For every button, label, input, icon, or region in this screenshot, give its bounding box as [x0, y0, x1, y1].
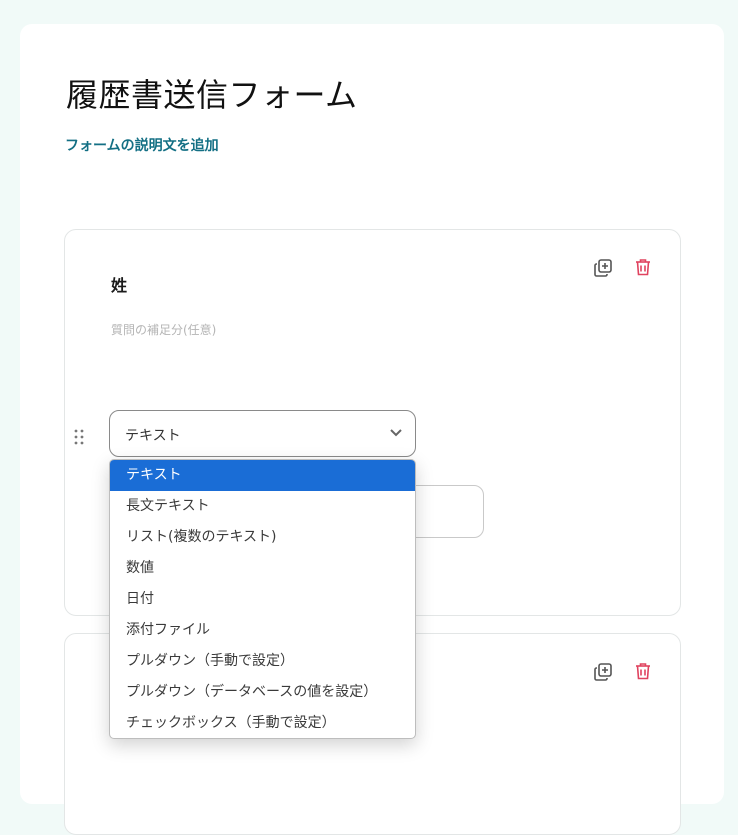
question-title[interactable]: 姓 [111, 272, 127, 296]
dropdown-option-list[interactable]: リスト(複数のテキスト) [110, 522, 415, 553]
field-type-select[interactable]: テキスト [109, 410, 416, 457]
duplicate-icon [594, 259, 612, 277]
duplicate-button[interactable] [592, 661, 614, 683]
drag-handle-icon [74, 429, 84, 445]
trash-icon [636, 259, 650, 276]
duplicate-icon [594, 663, 612, 681]
add-description-link[interactable]: フォームの説明文を追加 [65, 135, 219, 155]
field-type-value: テキスト [125, 428, 181, 444]
dropdown-option-attachment[interactable]: 添付ファイル [110, 615, 415, 646]
chevron-down-icon [390, 429, 402, 437]
dropdown-option-checkbox-manual[interactable]: チェックボックス（手動で設定） [110, 708, 415, 738]
dropdown-option-text[interactable]: テキスト [110, 460, 415, 491]
dropdown-option-long-text[interactable]: 長文テキスト [110, 491, 415, 522]
drag-handle[interactable] [72, 428, 86, 446]
duplicate-button[interactable] [592, 257, 614, 279]
trash-icon [636, 663, 650, 680]
delete-button[interactable] [632, 660, 654, 682]
dropdown-option-pulldown-database[interactable]: プルダウン（データベースの値を設定） [110, 677, 415, 708]
question-description-input[interactable]: 質問の補足分(任意) [111, 321, 216, 338]
dropdown-option-date[interactable]: 日付 [110, 584, 415, 615]
dropdown-option-number[interactable]: 数値 [110, 553, 415, 584]
delete-button[interactable] [632, 256, 654, 278]
form-title[interactable]: 履歴書送信フォーム [66, 70, 358, 116]
dropdown-option-pulldown-manual[interactable]: プルダウン（手動で設定） [110, 646, 415, 677]
field-type-dropdown-menu: テキスト 長文テキスト リスト(複数のテキスト) 数値 日付 添付ファイル プル… [109, 459, 416, 739]
